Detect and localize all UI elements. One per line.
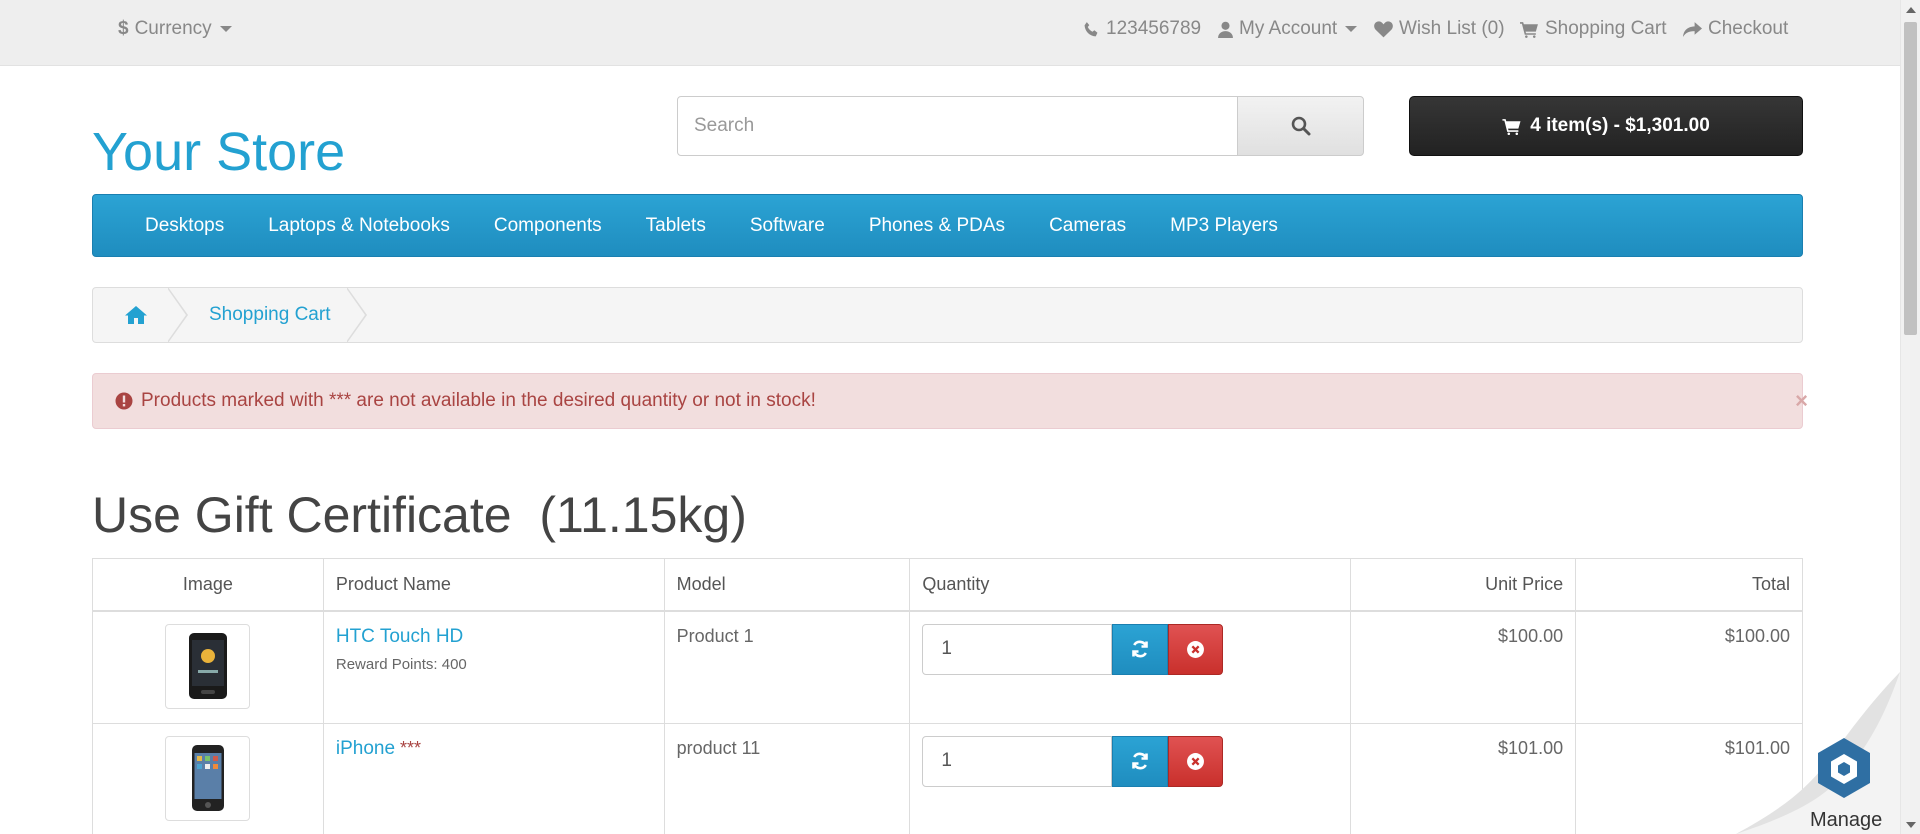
- shopping-cart-link[interactable]: Shopping Cart: [1520, 18, 1666, 40]
- table-header-row: Image Product Name Model Quantity Unit P…: [92, 558, 1803, 612]
- product-thumbnail[interactable]: [165, 735, 251, 821]
- top-bar: $ Currency 123456789 My Account Wish Lis…: [0, 0, 1900, 66]
- product-name-link[interactable]: HTC Touch HD: [336, 626, 463, 647]
- home-icon[interactable]: [125, 305, 147, 330]
- hexagon-logo-icon: [1818, 738, 1870, 798]
- main-menu: Desktops Laptops & Notebooks Components …: [92, 194, 1803, 257]
- scroll-thumb[interactable]: [1904, 22, 1917, 335]
- update-button[interactable]: [1112, 735, 1169, 787]
- phone-icon: [1084, 21, 1098, 36]
- phone-number: 123456789: [1106, 18, 1202, 39]
- quantity-cell: [909, 722, 1352, 834]
- stock-flag: ***: [395, 737, 422, 758]
- reward-points: Reward Points: 400: [335, 655, 467, 673]
- product-image-cell: [92, 722, 324, 834]
- menu-item-laptops[interactable]: Laptops & Notebooks: [246, 215, 472, 237]
- product-name-link[interactable]: iPhone: [336, 738, 395, 759]
- chevron-down-icon: [1345, 26, 1358, 32]
- close-icon[interactable]: ×: [1795, 388, 1808, 414]
- update-button[interactable]: [1112, 623, 1169, 675]
- table-row: iPhone *** product 11 $101.00 $101.00: [92, 722, 1803, 834]
- cart-icon: [1502, 118, 1521, 135]
- remove-icon: [1187, 752, 1205, 770]
- search-button[interactable]: [1237, 96, 1364, 156]
- menu-item-tablets[interactable]: Tablets: [624, 215, 728, 237]
- scroll-down-icon[interactable]: [1906, 822, 1916, 828]
- my-account-label: My Account: [1239, 18, 1338, 39]
- dollar-icon: $: [118, 18, 129, 39]
- page-title: Use Gift Certificate (11.15kg): [92, 487, 747, 543]
- menu-item-phones[interactable]: Phones & PDAs: [847, 215, 1027, 237]
- menu-item-software[interactable]: Software: [728, 215, 847, 237]
- refresh-icon: [1132, 640, 1149, 658]
- phone-image: [191, 745, 224, 811]
- model-cell: Product 1: [663, 610, 911, 724]
- shopping-cart-label: Shopping Cart: [1545, 18, 1667, 39]
- menu-item-cameras[interactable]: Cameras: [1027, 215, 1148, 237]
- product-thumbnail[interactable]: [165, 623, 251, 709]
- exclamation-circle-icon: [115, 392, 133, 410]
- alert-message: Products marked with *** are not availab…: [141, 390, 816, 411]
- search-input[interactable]: [677, 96, 1238, 156]
- column-header: Model: [663, 558, 911, 612]
- menu-item-desktops[interactable]: Desktops: [123, 215, 246, 237]
- remove-icon: [1187, 640, 1205, 658]
- product-name-cell: HTC Touch HD Reward Points: 400: [322, 610, 665, 724]
- cart-total-button[interactable]: 4 item(s) - $1,301.00: [1409, 96, 1803, 156]
- chevron-down-icon: [219, 26, 232, 32]
- menu-item-components[interactable]: Components: [472, 215, 624, 237]
- manage-label: Manage: [1810, 809, 1883, 831]
- breadcrumb-shopping-cart[interactable]: Shopping Cart: [209, 304, 330, 326]
- currency-dropdown[interactable]: $ Currency: [118, 18, 232, 40]
- currency-label: Currency: [134, 18, 212, 39]
- stock-alert: Products marked with *** are not availab…: [92, 373, 1808, 429]
- refresh-icon: [1132, 752, 1149, 770]
- cart-icon: [1520, 21, 1538, 38]
- cart-total-label: 4 item(s) - $1,301.00: [1530, 115, 1710, 136]
- unit-price-cell: $100.00: [1350, 610, 1577, 724]
- product-name-cell: iPhone ***: [322, 722, 665, 834]
- search-icon: [1291, 116, 1310, 136]
- heart-icon: [1374, 20, 1393, 37]
- share-icon: [1683, 21, 1702, 37]
- column-header: Quantity: [909, 558, 1352, 612]
- breadcrumb-separator: [346, 287, 367, 343]
- phone-link[interactable]: 123456789: [1083, 18, 1201, 40]
- breadcrumb: Shopping Cart: [92, 287, 1803, 343]
- breadcrumb-separator: [167, 287, 188, 343]
- checkout-label: Checkout: [1708, 18, 1789, 39]
- column-header: Total: [1575, 558, 1803, 612]
- remove-button[interactable]: [1168, 735, 1224, 787]
- quantity-input[interactable]: [922, 623, 1113, 675]
- my-account-dropdown[interactable]: My Account: [1218, 18, 1358, 40]
- menu-item-mp3-players[interactable]: MP3 Players: [1148, 215, 1300, 237]
- checkout-link[interactable]: Checkout: [1683, 18, 1788, 40]
- vertical-scrollbar[interactable]: [1900, 0, 1920, 834]
- wishlist-link[interactable]: Wish List (0): [1374, 18, 1505, 40]
- table-row: HTC Touch HD Reward Points: 400 Product …: [92, 610, 1803, 724]
- product-image-cell: [92, 610, 324, 724]
- column-header: Unit Price: [1350, 558, 1577, 612]
- column-header: Image: [92, 558, 324, 612]
- unit-price-cell: $101.00: [1350, 722, 1577, 834]
- quantity-input[interactable]: [922, 735, 1113, 787]
- phone-image: [188, 633, 227, 699]
- remove-button[interactable]: [1168, 623, 1224, 675]
- quantity-cell: [909, 610, 1352, 724]
- store-logo[interactable]: Your Store: [92, 121, 345, 183]
- column-header: Product Name: [322, 558, 665, 612]
- scroll-up-icon[interactable]: [1906, 7, 1916, 13]
- wishlist-label: Wish List (0): [1399, 18, 1505, 39]
- model-cell: product 11: [663, 722, 911, 834]
- user-icon: [1218, 21, 1233, 38]
- cart-table: Image Product Name Model Quantity Unit P…: [92, 558, 1803, 834]
- manage-widget[interactable]: Manage: [1736, 672, 1900, 834]
